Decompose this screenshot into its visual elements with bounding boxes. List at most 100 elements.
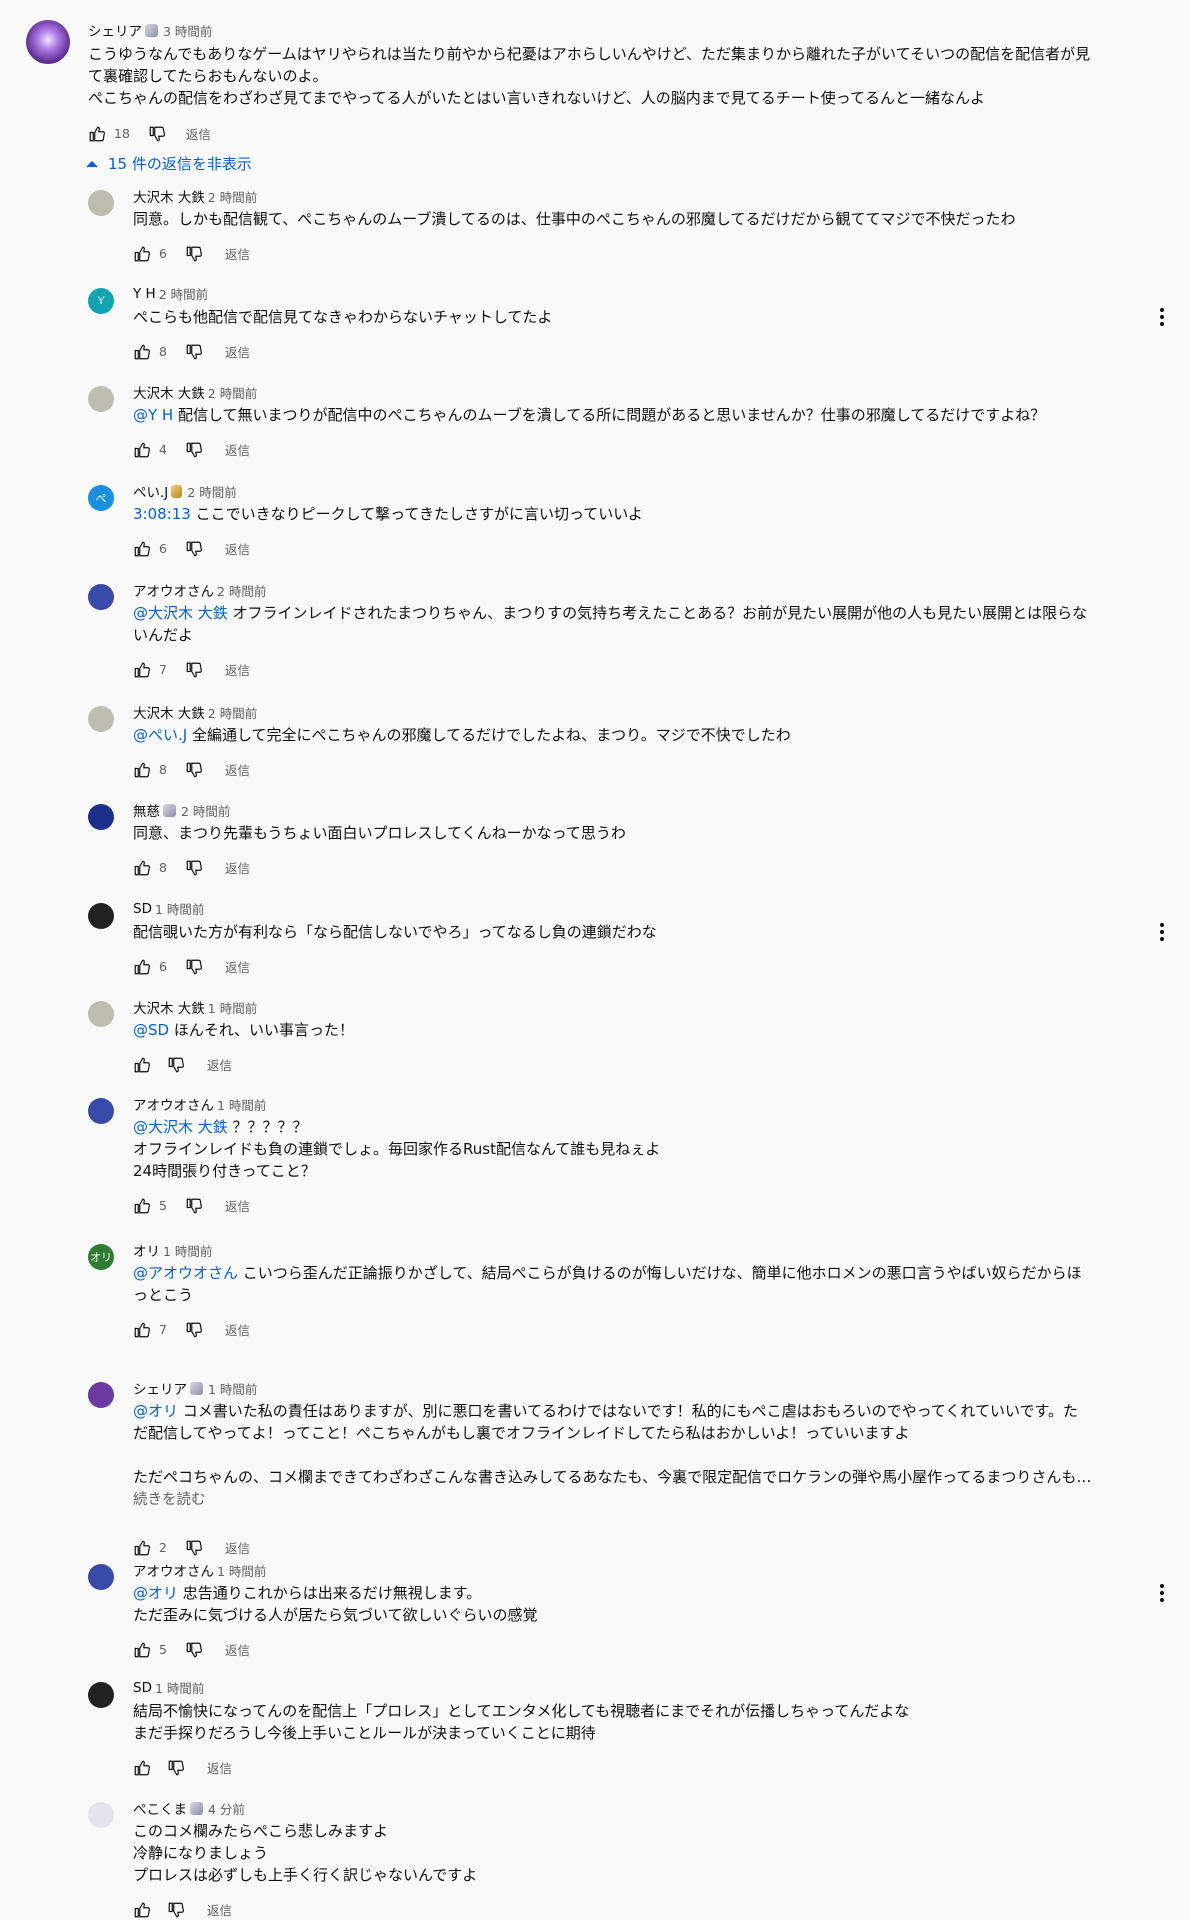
author-name[interactable]: SD <box>133 1680 152 1696</box>
author-name[interactable]: 大沢木 大鉄 <box>133 702 205 722</box>
timestamp[interactable]: 4 分前 <box>208 1799 245 1818</box>
hide-replies-toggle[interactable]: 15 件の返信を非表示 <box>86 153 252 174</box>
reply-button[interactable]: 返信 <box>207 1900 232 1919</box>
dislike-icon[interactable] <box>167 1056 185 1074</box>
like-icon[interactable] <box>88 125 106 143</box>
avatar[interactable]: ぺ <box>88 485 114 511</box>
reply-button[interactable]: 返信 <box>225 1640 250 1659</box>
reply-button[interactable]: 返信 <box>225 539 250 558</box>
author-name[interactable]: 大沢木 大鉄 <box>133 382 205 402</box>
author-name[interactable]: アオウオさん <box>133 1560 214 1580</box>
mention-link[interactable]: @大沢木 大鉄 <box>133 1118 228 1136</box>
mention-link[interactable]: @SD <box>133 1021 169 1039</box>
author-name[interactable]: アオウオさん <box>133 580 214 600</box>
reply-button[interactable]: 返信 <box>207 1758 232 1777</box>
timestamp[interactable]: 2 時間前 <box>159 284 208 303</box>
mention-link[interactable]: @ぺい.J <box>133 726 187 744</box>
avatar[interactable] <box>88 1098 114 1124</box>
author-name[interactable]: 無慈 <box>133 800 160 820</box>
avatar[interactable] <box>88 386 114 412</box>
timestamp[interactable]: 2 時間前 <box>208 187 257 206</box>
like-icon[interactable] <box>133 661 151 679</box>
dislike-icon[interactable] <box>185 1321 203 1339</box>
reply-button[interactable]: 返信 <box>225 1196 250 1215</box>
mention-link[interactable]: @Y H <box>133 406 173 424</box>
more-actions-icon[interactable] <box>1159 306 1165 326</box>
dislike-icon[interactable] <box>185 540 203 558</box>
dislike-icon[interactable] <box>185 245 203 263</box>
timestamp[interactable]: 1 時間前 <box>155 899 204 918</box>
more-actions-icon[interactable] <box>1159 921 1165 941</box>
timestamp[interactable]: 2 時間前 <box>208 383 257 402</box>
author-name[interactable]: ぺい.J <box>133 481 168 501</box>
avatar[interactable] <box>88 1564 114 1590</box>
timestamp-link[interactable]: 3:08:13 <box>133 505 191 523</box>
like-icon[interactable] <box>133 343 151 361</box>
dislike-icon[interactable] <box>185 1539 203 1557</box>
author-name[interactable]: SD <box>133 901 152 917</box>
author-name[interactable]: シェリア <box>133 1378 187 1398</box>
avatar[interactable] <box>88 903 114 929</box>
like-icon[interactable] <box>133 1321 151 1339</box>
reply-button[interactable]: 返信 <box>225 957 250 976</box>
like-icon[interactable] <box>133 1197 151 1215</box>
dislike-icon[interactable] <box>148 125 166 143</box>
reply-button[interactable]: 返信 <box>225 440 250 459</box>
author-name[interactable]: オリ <box>133 1240 160 1260</box>
timestamp[interactable]: 3 時間前 <box>163 21 212 40</box>
like-icon[interactable] <box>133 958 151 976</box>
like-icon[interactable] <box>133 1641 151 1659</box>
avatar[interactable] <box>88 1382 114 1408</box>
reply-button[interactable]: 返信 <box>225 244 250 263</box>
read-more-link[interactable]: 続きを読む <box>133 1488 206 1509</box>
timestamp[interactable]: 2 時間前 <box>217 581 266 600</box>
author-name[interactable]: ぺこくま <box>133 1798 187 1818</box>
avatar[interactable] <box>88 804 114 830</box>
dislike-icon[interactable] <box>185 859 203 877</box>
timestamp[interactable]: 1 時間前 <box>217 1561 266 1580</box>
like-icon[interactable] <box>133 1759 151 1777</box>
timestamp[interactable]: 2 時間前 <box>187 482 236 501</box>
avatar[interactable] <box>88 1001 114 1027</box>
timestamp[interactable]: 1 時間前 <box>217 1095 266 1114</box>
like-icon[interactable] <box>133 761 151 779</box>
dislike-icon[interactable] <box>185 1641 203 1659</box>
dislike-icon[interactable] <box>185 1197 203 1215</box>
reply-button[interactable]: 返信 <box>225 858 250 877</box>
timestamp[interactable]: 2 時間前 <box>208 703 257 722</box>
reply-button[interactable]: 返信 <box>225 1320 250 1339</box>
author-name[interactable]: アオウオさん <box>133 1094 214 1114</box>
like-icon[interactable] <box>133 859 151 877</box>
like-icon[interactable] <box>133 245 151 263</box>
mention-link[interactable]: @大沢木 大鉄 <box>133 604 228 622</box>
author-name[interactable]: 大沢木 大鉄 <box>133 997 205 1017</box>
timestamp[interactable]: 1 時間前 <box>208 998 257 1017</box>
author-name[interactable]: シェリア <box>88 20 142 40</box>
like-icon[interactable] <box>133 441 151 459</box>
avatar[interactable] <box>88 706 114 732</box>
timestamp[interactable]: 1 時間前 <box>163 1241 212 1260</box>
avatar[interactable] <box>88 1802 114 1828</box>
dislike-icon[interactable] <box>185 661 203 679</box>
dislike-icon[interactable] <box>185 761 203 779</box>
reply-button[interactable]: 返信 <box>225 660 250 679</box>
like-icon[interactable] <box>133 1901 151 1919</box>
avatar[interactable]: オリ <box>88 1244 114 1270</box>
dislike-icon[interactable] <box>167 1901 185 1919</box>
like-icon[interactable] <box>133 540 151 558</box>
avatar[interactable] <box>88 584 114 610</box>
avatar[interactable] <box>88 190 114 216</box>
timestamp[interactable]: 1 時間前 <box>155 1678 204 1697</box>
avatar[interactable]: Y <box>88 288 114 314</box>
mention-link[interactable]: @オリ <box>133 1584 178 1602</box>
author-name[interactable]: Y H <box>133 286 156 302</box>
mention-link[interactable]: @オリ <box>133 1402 178 1420</box>
avatar[interactable] <box>26 20 70 64</box>
more-actions-icon[interactable] <box>1159 1582 1165 1602</box>
reply-button[interactable]: 返信 <box>225 760 250 779</box>
timestamp[interactable]: 1 時間前 <box>208 1379 257 1398</box>
like-icon[interactable] <box>133 1539 151 1557</box>
timestamp[interactable]: 2 時間前 <box>181 801 230 820</box>
dislike-icon[interactable] <box>167 1759 185 1777</box>
mention-link[interactable]: @アオウオさん <box>133 1264 238 1282</box>
